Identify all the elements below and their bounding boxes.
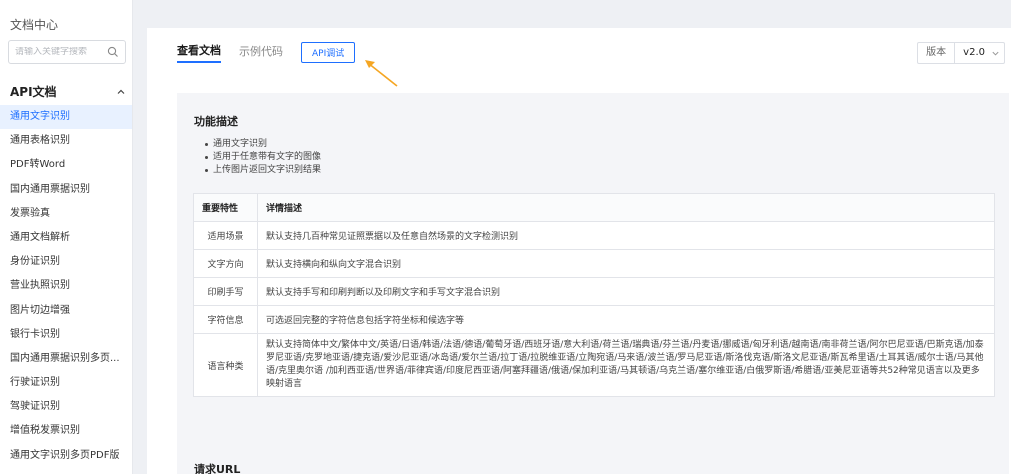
bullet-item: 通用文字识别 xyxy=(205,138,321,151)
section-label: API文档 xyxy=(10,85,57,99)
sidebar-item-image-crop[interactable]: 图片切边增强 xyxy=(0,299,132,323)
sidebar-item-invoice-verify[interactable]: 发票验真 xyxy=(0,202,132,226)
version-value: v2.0 xyxy=(963,47,985,58)
sidebar-item-receipt-ocr[interactable]: 国内通用票据识别 xyxy=(0,178,132,202)
feature-table: 重要特性 详情描述 适用场景 默认支持几百种常见证照票据以及任意自然场景的文字检… xyxy=(193,193,995,397)
table-row: 语言种类 默认支持简体中文/繁体中文/英语/日语/韩语/法语/德语/葡萄牙语/西… xyxy=(193,333,995,397)
version-select[interactable]: 版本 v2.0 xyxy=(917,42,1005,64)
feature-desc: 默认支持横向和纵向文字混合识别 xyxy=(257,249,995,278)
chevron-down-icon xyxy=(992,51,999,56)
feature-desc: 默认支持简体中文/繁体中文/英语/日语/韩语/法语/德语/葡萄牙语/西班牙语/意… xyxy=(257,333,995,397)
app-root: 文档中心 API文档 通用文字识别 通用表格识别 PDF转Word 国内通用票据… xyxy=(0,0,1011,474)
sidebar-item-ocr-pdf[interactable]: 通用文字识别多页PDF版 xyxy=(0,444,132,468)
feature-key: 语言种类 xyxy=(193,333,258,397)
feature-key: 字符信息 xyxy=(193,305,258,334)
tab-view-docs[interactable]: 查看文档 xyxy=(177,42,221,63)
table-row: 印刷手写 默认支持手写和印刷判断以及印刷文字和手写文字混合识别 xyxy=(193,277,995,306)
sidebar-title: 文档中心 xyxy=(10,18,59,32)
table-row: 适用场景 默认支持几百种常见证照票据以及任意自然场景的文字检测识别 xyxy=(193,221,995,250)
sidebar-item-table-ocr[interactable]: 通用表格识别 xyxy=(0,129,132,153)
doc-content: 功能描述 通用文字识别 适用于任意带有文字的图像 上传图片返回文字识别结果 重要… xyxy=(177,93,1009,474)
feature-desc: 默认支持几百种常见证照票据以及任意自然场景的文字检测识别 xyxy=(257,221,995,250)
sidebar-list: 通用文字识别 通用表格识别 PDF转Word 国内通用票据识别 发票验真 通用文… xyxy=(0,105,132,468)
search-input[interactable] xyxy=(15,47,107,57)
column-header: 详情描述 xyxy=(257,193,995,222)
feature-key: 适用场景 xyxy=(193,221,258,250)
tab-bar: 查看文档 示例代码 API调试 xyxy=(177,42,373,63)
feature-key: 文字方向 xyxy=(193,249,258,278)
sidebar-item-driver-license[interactable]: 驾驶证识别 xyxy=(0,395,132,419)
sidebar-item-business-license[interactable]: 营业执照识别 xyxy=(0,274,132,298)
arrow-annotation xyxy=(365,60,398,87)
section-heading-function: 功能描述 xyxy=(194,115,238,128)
feature-desc: 默认支持手写和印刷判断以及印刷文字和手写文字混合识别 xyxy=(257,277,995,306)
sidebar-item-general-ocr[interactable]: 通用文字识别 xyxy=(0,105,132,130)
feature-key: 印刷手写 xyxy=(193,277,258,306)
feature-desc: 可选返回完整的字符信息包括字符坐标和候选字等 xyxy=(257,305,995,334)
column-header: 重要特性 xyxy=(193,193,258,222)
chevron-up-icon xyxy=(117,89,125,94)
search-icon[interactable] xyxy=(107,46,119,58)
tab-sample-code[interactable]: 示例代码 xyxy=(239,43,283,62)
table-row: 文字方向 默认支持横向和纵向文字混合识别 xyxy=(193,249,995,278)
sidebar-item-vat-invoice[interactable]: 增值税发票识别 xyxy=(0,419,132,443)
bullet-item: 上传图片返回文字识别结果 xyxy=(205,164,321,177)
feature-bullets: 通用文字识别 适用于任意带有文字的图像 上传图片返回文字识别结果 xyxy=(205,138,321,177)
bullet-item: 适用于任意带有文字的图像 xyxy=(205,151,321,164)
section-api-docs[interactable]: API文档 xyxy=(10,83,126,100)
sidebar-item-bank-card[interactable]: 银行卡识别 xyxy=(0,323,132,347)
sidebar-item-id-card[interactable]: 身份证识别 xyxy=(0,250,132,274)
table-header-row: 重要特性 详情描述 xyxy=(193,193,995,222)
sidebar-item-receipt-multipage[interactable]: 国内通用票据识别多页... xyxy=(0,347,132,371)
main-panel: 查看文档 示例代码 API调试 版本 v2.0 功能描述 通用文字识别 适用于任… xyxy=(147,28,1011,474)
search-box[interactable] xyxy=(8,40,126,64)
tab-api-debug[interactable]: API调试 xyxy=(301,42,356,63)
sidebar: 文档中心 API文档 通用文字识别 通用表格识别 PDF转Word 国内通用票据… xyxy=(0,0,133,474)
version-label: 版本 xyxy=(918,43,956,63)
table-row: 字符信息 可选返回完整的字符信息包括字符坐标和候选字等 xyxy=(193,305,995,334)
sidebar-item-doc-parse[interactable]: 通用文档解析 xyxy=(0,226,132,250)
sidebar-item-vehicle-license[interactable]: 行驶证识别 xyxy=(0,371,132,395)
sidebar-item-pdf-to-word[interactable]: PDF转Word xyxy=(0,153,132,177)
section-heading-request-url: 请求URL xyxy=(194,463,241,474)
